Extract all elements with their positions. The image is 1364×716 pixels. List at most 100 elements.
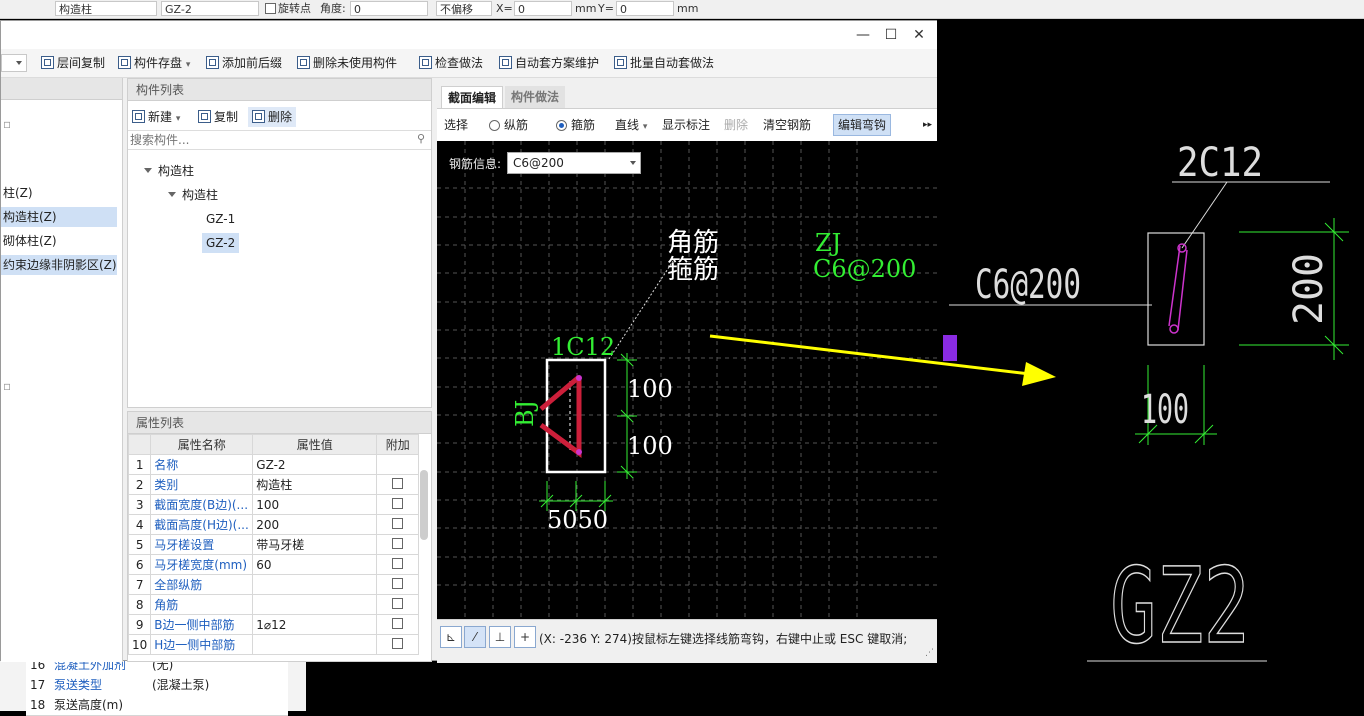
longitudinal-radio[interactable]: 纵筋 (489, 115, 528, 135)
table-row[interactable]: 2 类别 构造柱 (127, 474, 420, 495)
snap-icon[interactable]: + (514, 626, 536, 648)
tree-item-masonry-column[interactable]: 砌体柱(Z) (1, 231, 119, 251)
save-component-label: 构件存盘 (134, 56, 183, 70)
polar-icon[interactable]: ⁄ (464, 626, 486, 648)
extra-checkbox[interactable] (392, 637, 404, 649)
row-value[interactable]: GZ-2 (252, 454, 378, 475)
table-row[interactable]: 1 名称 GZ-2 (127, 454, 420, 475)
tree-root[interactable]: 构造柱 (144, 161, 194, 181)
extra-checkbox[interactable] (392, 537, 404, 549)
table-row: 18 泵送高度(m) (26, 695, 288, 716)
table-row[interactable]: 7 全部纵筋 (127, 574, 420, 595)
delete-component-button[interactable]: 删除 (248, 107, 297, 127)
extra-checkbox[interactable] (392, 557, 404, 569)
line-dropdown[interactable]: 直线 ▾ (615, 115, 647, 135)
angle-value: 0 (354, 3, 361, 16)
row-name: 全部纵筋 (150, 574, 254, 595)
clear-rebar-button[interactable]: 清空钢筋 (763, 115, 811, 135)
rebar-info-label: 钢筋信息: (449, 157, 502, 171)
angle-input[interactable]: 0 (350, 1, 428, 16)
search-icon[interactable]: ⚲ (417, 132, 425, 145)
y-input[interactable]: 0 (616, 1, 674, 16)
maximize-button[interactable]: ☐ (881, 25, 901, 45)
tree-group[interactable]: 构造柱 (168, 185, 218, 205)
name-select[interactable]: GZ-2 (161, 1, 259, 16)
orthogonal-icon[interactable]: ⊾ (440, 626, 462, 648)
auto-scheme-label: 自动套方案维护 (515, 56, 600, 70)
stirrup-radio[interactable]: 箍筋 (556, 115, 595, 135)
tree-toggle-icon[interactable]: ▫ (1, 376, 13, 396)
tree-item-label: 柱(Z) (3, 186, 33, 200)
table-row[interactable]: 5 马牙槎设置 带马牙槎 (127, 534, 420, 555)
rotate-checkbox-row[interactable]: 旋转点 (265, 1, 311, 16)
row-value[interactable]: 200 (252, 514, 378, 535)
delete-rebar-button[interactable]: 删除 (724, 115, 748, 135)
show-label-button[interactable]: 显示标注 (662, 115, 710, 135)
extra-checkbox[interactable] (392, 477, 404, 489)
table-row[interactable]: 10 H边一侧中部筋 (127, 634, 420, 655)
check-method-label: 检查做法 (435, 56, 484, 70)
row-number: 1 (127, 454, 152, 475)
table-row[interactable]: 8 角筋 (127, 594, 420, 615)
tab-component-method[interactable]: 构件做法 (505, 86, 566, 108)
save-component-button[interactable]: 构件存盘 ▾ (118, 53, 190, 73)
type-select[interactable]: 构造柱 (55, 1, 157, 16)
floor-copy-button[interactable]: 层间复制 (41, 53, 105, 73)
tree-leaf-gz2[interactable]: GZ-2 (202, 233, 240, 253)
tree-item-construction-column[interactable]: 构造柱(Z) (1, 207, 117, 227)
extra-checkbox[interactable] (392, 597, 404, 609)
search-box[interactable]: ⚲ (128, 130, 431, 150)
row-value[interactable] (252, 574, 378, 595)
radio-icon (489, 120, 500, 131)
check-method-button[interactable]: 检查做法 (419, 53, 483, 73)
tree-leaf-gz1[interactable]: GZ-1 (206, 209, 235, 229)
tree-item-boundary[interactable]: 约束边缘非阴影区(Z) (1, 255, 117, 275)
scrollbar-thumb[interactable] (420, 470, 428, 540)
copy-component-button[interactable]: 复制 (198, 107, 238, 127)
tree-item-label: 砌体柱(Z) (3, 234, 57, 248)
add-prefix-button[interactable]: 添加前后缀 (206, 53, 282, 73)
rebar-info-select[interactable]: C6@200 (507, 152, 641, 174)
row-value[interactable]: 带马牙槎 (252, 534, 378, 555)
batch-auto-label: 批量自动套做法 (630, 56, 715, 70)
minimize-button[interactable]: — (853, 25, 873, 45)
delete-unused-button[interactable]: 删除未使用构件 (297, 53, 397, 73)
name-select-value: GZ-2 (165, 3, 192, 16)
auto-scheme-button[interactable]: 自动套方案维护 (499, 53, 599, 73)
select-button[interactable]: 选择 (444, 115, 468, 135)
extra-checkbox[interactable] (392, 497, 404, 509)
row-value[interactable] (252, 634, 378, 655)
x-input[interactable]: 0 (514, 1, 572, 16)
close-button[interactable]: ✕ (909, 25, 929, 45)
floor-select[interactable] (1, 54, 27, 72)
more-icon[interactable]: ▸▸ (923, 115, 932, 135)
table-row[interactable]: 4 截面高度(H边)(... 200 (127, 514, 420, 535)
perpendicular-icon[interactable]: ⊥ (489, 626, 511, 648)
cad-column-section (1147, 232, 1205, 346)
row-value[interactable]: 100 (252, 494, 378, 515)
tree-item-column[interactable]: 柱(Z) (1, 183, 119, 203)
rotate-checkbox[interactable] (265, 3, 276, 14)
offset-select[interactable]: 不偏移 (436, 1, 492, 16)
row-number: 3 (127, 494, 152, 515)
table-row[interactable]: 3 截面宽度(B边)(... 100 (127, 494, 420, 515)
new-component-button[interactable]: 新建 ▾ (132, 107, 180, 127)
resize-grip-icon[interactable]: ⋰ (925, 648, 934, 658)
tree-toggle-icon[interactable]: ▫ (1, 114, 13, 134)
row-extra (376, 634, 420, 655)
tab-section-edit[interactable]: 截面编辑 (441, 86, 504, 109)
extra-checkbox[interactable] (392, 617, 404, 629)
search-input[interactable] (128, 131, 402, 149)
row-value[interactable]: 60 (252, 554, 378, 575)
table-row[interactable]: 6 马牙槎宽度(mm) 60 (127, 554, 420, 575)
row-value[interactable]: 构造柱 (252, 474, 378, 495)
extra-checkbox[interactable] (392, 517, 404, 529)
rebar-info-value: C6@200 (513, 156, 564, 170)
row-value[interactable]: 1⌀12 (252, 614, 378, 635)
edit-hook-button[interactable]: 编辑弯钩 (833, 114, 892, 136)
row-value[interactable] (252, 594, 378, 615)
title-bar: — ☐ ✕ (1, 21, 937, 49)
batch-auto-button[interactable]: 批量自动套做法 (614, 53, 714, 73)
extra-checkbox[interactable] (392, 577, 404, 589)
table-row[interactable]: 9 B边一侧中部筋 1⌀12 (127, 614, 420, 635)
